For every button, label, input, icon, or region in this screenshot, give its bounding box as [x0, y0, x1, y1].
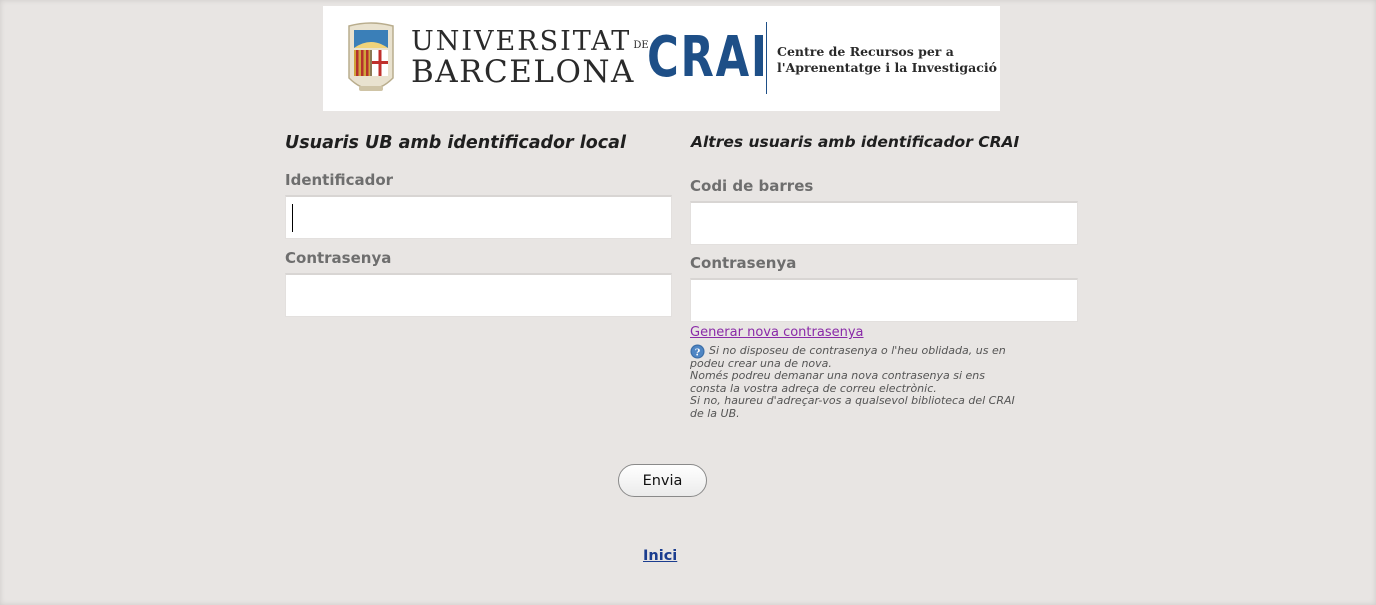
university-crest-icon	[348, 22, 394, 91]
help-line: Només podreu demanar una nova contraseny…	[690, 369, 985, 383]
crai-logo: CRAI	[647, 25, 769, 90]
identifier-input[interactable]	[285, 195, 672, 239]
header-banner: UNIVERSITAT DE BARCELONA CRAI Centre de R…	[323, 6, 1000, 111]
university-name-line2: BARCELONA	[411, 54, 635, 90]
left-password-label: Contrasenya	[285, 249, 392, 267]
local-users-title: Usuaris UB amb identificador local	[285, 133, 626, 153]
crai-description: Centre de Recursos per a l'Aprenentatge …	[777, 44, 997, 76]
help-line: Si no disposeu de contrasenya o l'heu ob…	[709, 344, 1006, 357]
help-line: de la UB.	[690, 406, 740, 420]
crai-users-title: Altres usuaris amb identificador CRAI	[691, 133, 1020, 151]
help-line: Si no, haureu d'adreçar-vos a qualsevol …	[690, 394, 1015, 408]
crai-description-line2: l'Aprenentatge i la Investigació	[777, 60, 997, 75]
university-name-line1: UNIVERSITAT	[411, 26, 632, 57]
right-password-input[interactable]	[690, 278, 1078, 322]
barcode-label: Codi de barres	[690, 177, 814, 195]
right-password-label: Contrasenya	[690, 254, 797, 272]
barcode-input[interactable]	[690, 201, 1078, 245]
crai-separator	[766, 22, 767, 94]
left-password-input[interactable]	[285, 273, 672, 317]
text-caret	[292, 204, 293, 232]
identifier-label: Identificador	[285, 171, 394, 189]
home-link[interactable]: Inici	[643, 548, 677, 564]
login-page: UNIVERSITAT DE BARCELONA CRAI Centre de R…	[0, 0, 1376, 605]
university-name: UNIVERSITAT DE BARCELONA	[411, 28, 649, 88]
crai-description-line1: Centre de Recursos per a	[777, 44, 954, 59]
generate-password-link[interactable]: Generar nova contrasenya	[690, 325, 864, 340]
password-help-text: Si no disposeu de contrasenya o l'heu ob…	[690, 344, 1090, 421]
submit-button[interactable]: Envia	[618, 464, 707, 497]
